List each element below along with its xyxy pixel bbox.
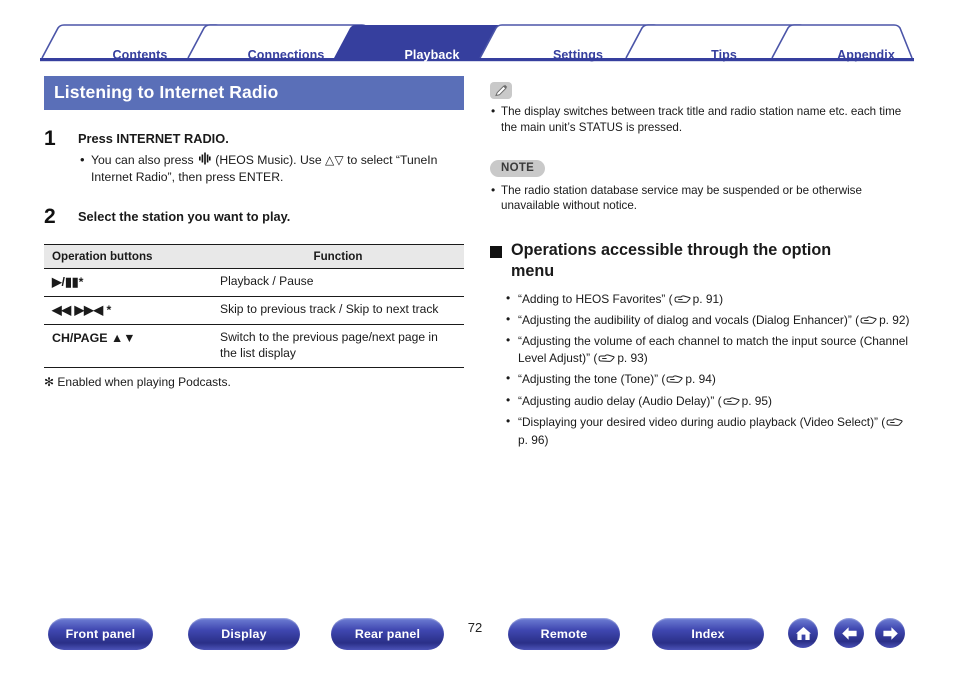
step-2-number: 2 — [44, 204, 56, 228]
index-button[interactable]: Index — [652, 618, 764, 650]
step-1-bullets: You can also press (HEOS Music). Use △▽ … — [78, 151, 464, 186]
tab-connections[interactable]: Connections — [226, 48, 346, 62]
list-item[interactable]: “Adding to HEOS Favorites” ( p. 91) — [504, 290, 915, 309]
step-1: 1 Press INTERNET RADIO. You can also pre… — [44, 128, 464, 188]
tab-appendix[interactable]: Appendix — [806, 48, 926, 62]
option-text: “Adjusting the tone (Tone)” ( — [518, 372, 666, 387]
option-text: “Adding to HEOS Favorites” ( — [518, 291, 673, 306]
option-text: “Adjusting audio delay (Audio Delay)” ( — [518, 393, 722, 408]
option-page-ref: p. 96 — [518, 433, 545, 448]
option-close-paren: ) — [905, 312, 910, 327]
option-text: “Adjusting the audibility of dialog and … — [518, 312, 860, 327]
table-cell-button: ▶/▮▮* — [44, 268, 212, 297]
table-cell-function: Switch to the previous page/next page in… — [212, 324, 464, 369]
note-item: The radio station database service may b… — [490, 182, 915, 215]
remote-button[interactable]: Remote — [508, 618, 620, 650]
table-row: ◀◀ ▶▶◀ * Skip to previous track / Skip t… — [44, 296, 464, 325]
list-item[interactable]: “Adjusting audio delay (Audio Delay)” ( p… — [504, 392, 915, 411]
options-section-heading: Operations accessible through the option… — [490, 240, 915, 281]
option-close-paren: ) — [711, 372, 716, 387]
tip-bullet-list: The display switches between track title… — [490, 103, 915, 136]
right-content-column: The display switches between track title… — [490, 82, 915, 452]
table-header-row: Operation buttons Function — [44, 243, 464, 269]
option-close-paren: ) — [768, 393, 772, 408]
square-bullet-icon — [490, 246, 502, 259]
main-tab-bar[interactable]: Contents Connections Playback Settings T… — [40, 22, 914, 62]
list-item[interactable]: “Displaying your desired video during au… — [504, 413, 915, 449]
tab-tips[interactable]: Tips — [664, 48, 784, 62]
arrow-left-icon[interactable] — [834, 618, 864, 648]
table-row: CH/PAGE ▲▼ Switch to the previous page/n… — [44, 324, 464, 369]
option-page-ref: p. 94 — [685, 372, 712, 387]
table-row: ▶/▮▮* Playback / Pause — [44, 268, 464, 297]
list-item[interactable]: “Adjusting the volume of each channel to… — [504, 332, 915, 368]
table-footnote: ✻ Enabled when playing Podcasts. — [44, 375, 231, 390]
table-cell-function: Skip to previous track / Skip to next tr… — [212, 296, 464, 325]
step-1-bullet-text-pre: You can also press — [91, 153, 197, 167]
table-header-function: Function — [212, 243, 464, 269]
operation-buttons-table: Operation buttons Function ▶/▮▮* Playbac… — [44, 243, 464, 369]
front-panel-button[interactable]: Front panel — [48, 618, 153, 650]
table-cell-button: CH/PAGE ▲▼ — [44, 324, 212, 369]
list-item[interactable]: “Adjusting the audibility of dialog and … — [504, 311, 915, 330]
page-reference-icon — [860, 314, 877, 330]
page-number: 72 — [467, 620, 483, 635]
step-2: 2 Select the station you want to play. — [44, 204, 464, 228]
display-button[interactable]: Display — [188, 618, 300, 650]
option-close-paren: ) — [544, 433, 549, 448]
page-reference-icon — [723, 395, 740, 411]
page-reference-icon — [674, 293, 691, 309]
step-2-title: Select the station you want to play. — [78, 208, 291, 224]
options-heading-text: Operations accessible through the option… — [511, 241, 832, 280]
page-reference-icon — [666, 373, 683, 389]
option-text: “Adjusting the volume of each channel to… — [518, 334, 908, 365]
tab-settings[interactable]: Settings — [518, 48, 638, 62]
heos-music-icon — [198, 152, 211, 169]
table-header-operation-buttons: Operation buttons — [44, 243, 212, 269]
option-page-ref: p. 91 — [692, 291, 720, 306]
rear-panel-button[interactable]: Rear panel — [331, 618, 444, 650]
list-item[interactable]: “Adjusting the tone (Tone)” ( p. 94) — [504, 370, 915, 389]
tip-item: The display switches between track title… — [490, 103, 915, 136]
tab-playback[interactable]: Playback — [372, 48, 492, 62]
table-cell-function: Playback / Pause — [212, 268, 464, 297]
home-icon[interactable] — [788, 618, 818, 648]
pencil-icon — [490, 82, 512, 99]
page-reference-icon — [598, 352, 615, 368]
tab-contents[interactable]: Contents — [80, 48, 200, 62]
step-1-bullet-item: You can also press (HEOS Music). Use △▽ … — [78, 151, 464, 186]
table-cell-button: ◀◀ ▶▶◀ * — [44, 296, 212, 325]
note-badge: NOTE — [490, 159, 546, 177]
step-1-number: 1 — [44, 127, 56, 150]
option-close-paren: ) — [719, 291, 724, 306]
page-reference-icon — [886, 416, 903, 432]
option-close-paren: ) — [643, 350, 648, 365]
page-title: Listening to Internet Radio — [44, 76, 464, 110]
step-1-title: Press INTERNET RADIO. — [78, 131, 229, 146]
note-bullet-list: The radio station database service may b… — [490, 182, 915, 215]
option-page-ref: p. 95 — [741, 393, 769, 408]
option-page-ref: p. 93 — [617, 350, 644, 365]
arrow-right-icon[interactable] — [875, 618, 905, 648]
options-link-list: “Adding to HEOS Favorites” ( p. 91) “Adju… — [504, 290, 915, 449]
option-text: “Displaying your desired video during au… — [518, 415, 886, 430]
option-page-ref: p. 92 — [879, 312, 906, 327]
left-content-column: Listening to Internet Radio 1 Press INTE… — [44, 76, 464, 389]
